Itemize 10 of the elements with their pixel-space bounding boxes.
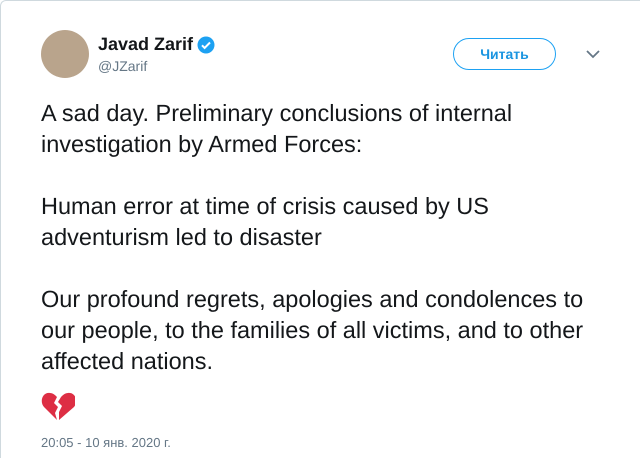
author-handle[interactable]: @JZarif [98, 58, 216, 74]
tweet-text: Our profound regrets, apologies and condolences to our people, to the families of all victims, and to other affected nations. [41, 285, 584, 376]
follow-button[interactable]: Читать [453, 38, 556, 70]
broken-heart-icon [41, 391, 75, 421]
tweet-timestamp[interactable]: 20:05 - 10 янв. 2020 г. [41, 435, 640, 450]
tweet-text: Human error at time of crisis caused by US adventurism led to disaster [41, 192, 490, 252]
avatar-placeholder[interactable] [41, 30, 89, 78]
tweet-text: A sad day. Preliminary conclusions of internal investigation by Armed Forces: [41, 99, 514, 159]
author-name[interactable]: Javad Zarif [98, 34, 194, 55]
chevron-down-icon[interactable] [586, 50, 600, 58]
